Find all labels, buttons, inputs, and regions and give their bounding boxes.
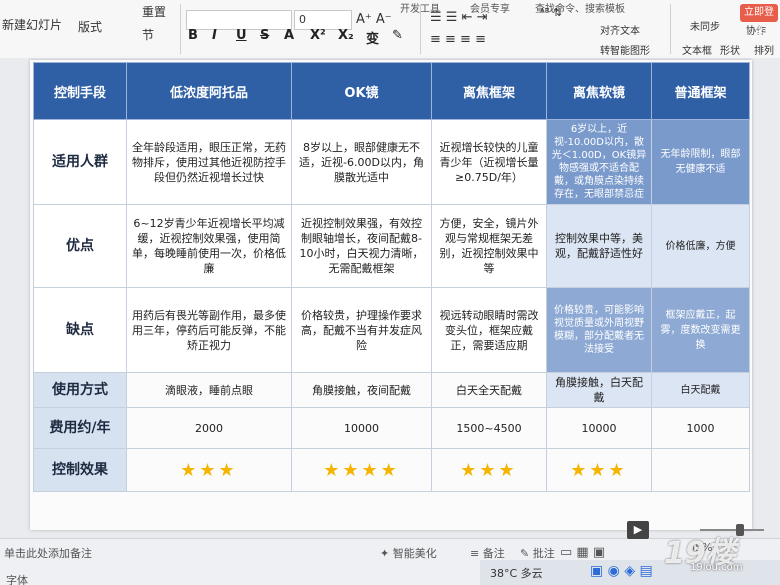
table-cell: 控制效果中等，美观，配戴舒适性好 xyxy=(546,204,652,288)
table-row: 适用人群 全年龄段适用，眼压正常，无药物排斥，使用过其他近视防控手段但仍然近视增… xyxy=(33,119,750,205)
font-hint: 字体 xyxy=(6,574,28,585)
table-cell: 角膜接触，白天配戴 xyxy=(546,372,652,408)
section-button[interactable]: 节 xyxy=(142,26,154,43)
table-cell: 8岁以上，眼部健康无不适，近视-6.00D以内，角膜散光适中 xyxy=(291,119,432,205)
effect-rating: ★★★★ xyxy=(291,448,432,492)
beautify-button[interactable]: ✦ 智能美化 xyxy=(380,545,437,561)
zoom-slider-handle[interactable] xyxy=(736,524,744,536)
table-cell: 1000 xyxy=(651,407,750,449)
effect-rating xyxy=(651,448,750,492)
beautify-label: 智能美化 xyxy=(392,547,437,560)
login-button[interactable]: 立即登录 xyxy=(740,4,778,36)
char-shading-icon[interactable]: 变 xyxy=(366,28,379,47)
header-cell: 离焦软镜 xyxy=(546,62,652,120)
table-cell: 1500~4500 xyxy=(431,407,547,449)
textbox-button[interactable]: 文本框 xyxy=(682,42,712,57)
table-cell: 近视增长较快的儿童青少年（近视增长量≥0.75D/年） xyxy=(431,119,547,205)
shape-button[interactable]: 形状 xyxy=(720,42,740,57)
notes-placeholder[interactable]: 单击此处添加备注 xyxy=(4,545,92,561)
table-cell: 方便，安全，镜片外观与常规框架无差别，近视控制效果中等 xyxy=(431,204,547,288)
font-size-box[interactable]: 0 xyxy=(294,10,352,30)
comments-label: 批注 xyxy=(532,547,555,560)
header-cell: 离焦框架 xyxy=(431,62,547,120)
arrange-button[interactable]: 排列 xyxy=(754,42,774,57)
grow-font-icon[interactable]: A⁺ A⁻ xyxy=(356,12,392,27)
align-text-button[interactable]: 对齐文本 xyxy=(600,22,640,37)
slide-canvas: 控制手段 低浓度阿托品 OK镜 离焦框架 离焦软镜 普通框架 适用人群 全年龄段… xyxy=(0,58,780,538)
row-label: 控制效果 xyxy=(33,448,127,492)
table-cell: 无年龄限制，眼部无健康不适 xyxy=(651,119,750,205)
table-cell: 视远转动眼睛时需改变头位，框架应戴正，需要适应期 xyxy=(431,287,547,373)
header-cell: OK镜 xyxy=(291,62,432,120)
effect-rating: ★★★ xyxy=(126,448,292,492)
table-cell: 10000 xyxy=(291,407,432,449)
taskbar-app-icons[interactable]: ▣ ◉ ◈ ▤ xyxy=(590,563,653,579)
row-label: 使用方式 xyxy=(33,372,127,408)
comments-button[interactable]: ✎ 批注 xyxy=(520,545,555,561)
row-label: 费用约/年 xyxy=(33,407,127,449)
header-cell: 普通框架 xyxy=(651,62,750,120)
smart-graphic-button[interactable]: 转智能图形 xyxy=(600,42,650,57)
table-row: 优点 6~12岁青少年近视增长平均减缓，近视控制效果强，使用简单，每晚睡前使用一… xyxy=(33,204,750,288)
table-row: 费用约/年 2000 10000 1500~4500 10000 1000 xyxy=(33,407,750,449)
notes-button[interactable]: ≡ 备注 xyxy=(470,545,505,561)
table-cell: 白天全天配戴 xyxy=(431,372,547,408)
slide[interactable]: 控制手段 低浓度阿托品 OK镜 离焦框架 离焦软镜 普通框架 适用人群 全年龄段… xyxy=(30,60,752,530)
screen: 开发工具 会员专享 查找命令、搜索模板 新建幻灯片 版式 重置 节 0 A⁺ A… xyxy=(0,0,780,585)
table-cell: 价格较贵，护理操作要求高，配戴不当有并发症风险 xyxy=(291,287,432,373)
table-cell: 6~12岁青少年近视增长平均减缓，近视控制效果强，使用简单，每晚睡前使用一次，价… xyxy=(126,204,292,288)
table-row: 使用方式 滴眼液，睡前点眼 角膜接触，夜间配戴 白天全天配戴 角膜接触，白天配戴… xyxy=(33,372,750,408)
comparison-table: 控制手段 低浓度阿托品 OK镜 离焦框架 离焦软镜 普通框架 适用人群 全年龄段… xyxy=(33,62,750,492)
effect-rating: ★★★ xyxy=(546,448,652,492)
table-cell: 6岁以上，近视-10.00D以内，散光＜1.00D，OK镜异物感强或不适合配戴，… xyxy=(546,119,652,205)
table-cell: 2000 xyxy=(126,407,292,449)
row-label: 优点 xyxy=(33,204,127,288)
view-mode-icons[interactable]: ▭ ▦ ▣ xyxy=(560,545,605,560)
header-row: 控制手段 低浓度阿托品 OK镜 离焦框架 离焦软镜 普通框架 xyxy=(33,62,750,120)
list-icon[interactable]: ☰ ☰ ⇤ ⇥ xyxy=(430,10,488,25)
table-cell: 全年龄段适用，眼压正常，无药物排斥，使用过其他近视防控手段但仍然近视增长过快 xyxy=(126,119,292,205)
row-label: 适用人群 xyxy=(33,119,127,205)
notes-label: 备注 xyxy=(482,547,505,560)
highlight-icon[interactable]: ✎ xyxy=(392,28,403,43)
table-cell: 白天配戴 xyxy=(651,372,750,408)
header-cell: 低浓度阿托品 xyxy=(126,62,292,120)
new-slide-button[interactable]: 新建幻灯片 xyxy=(2,16,62,33)
table-cell: 用药后有畏光等副作用，最多使用三年，停药后可能反弹，不能矫正视力 xyxy=(126,287,292,373)
table-cell: 滴眼液，睡前点眼 xyxy=(126,372,292,408)
sync-status[interactable]: 未同步 xyxy=(690,18,720,33)
table-row: 缺点 用药后有畏光等副作用，最多使用三年，停药后可能反弹，不能矫正视力 价格较贵… xyxy=(33,287,750,373)
table-cell: 价格低廉，方便 xyxy=(651,204,750,288)
align-icon[interactable]: ≡ ≡ ≡ ≡ xyxy=(430,32,486,47)
layout-button[interactable]: 版式 xyxy=(78,18,102,35)
strike-button[interactable]: S xyxy=(260,28,269,43)
table-cell: 价格较贵，可能影响视觉质量或外周视野模糊，部分配戴者无法接受 xyxy=(546,287,652,373)
italic-button[interactable]: I xyxy=(212,28,217,43)
underline-button[interactable]: U xyxy=(236,28,247,43)
bold-button[interactable]: B xyxy=(188,28,198,43)
weather-widget[interactable]: 38°C 多云 xyxy=(490,565,543,581)
play-slideshow-button[interactable]: ▶ xyxy=(627,521,649,539)
table-row: 控制效果 ★★★ ★★★★ ★★★ ★★★ xyxy=(33,448,750,492)
table-cell: 10000 xyxy=(546,407,652,449)
header-cell: 控制手段 xyxy=(33,62,127,120)
subscript-button[interactable]: X₂ xyxy=(338,28,354,43)
table-cell: 框架应戴正，起雾，度数改变需更换 xyxy=(651,287,750,373)
effect-rating: ★★★ xyxy=(431,448,547,492)
ribbon-toolbar: 开发工具 会员专享 查找命令、搜索模板 新建幻灯片 版式 重置 节 0 A⁺ A… xyxy=(0,0,780,59)
row-label: 缺点 xyxy=(33,287,127,373)
reset-button[interactable]: 重置 xyxy=(142,3,166,20)
text-direction-icon[interactable]: ᴬᴮ ⇅ xyxy=(540,6,562,19)
table-cell: 近视控制效果强，有效控制眼轴增长，夜间配戴8-10小时，白天视力清晰，无需配戴框… xyxy=(291,204,432,288)
font-color-button[interactable]: A xyxy=(284,28,294,43)
table-cell: 角膜接触，夜间配戴 xyxy=(291,372,432,408)
font-name-box[interactable] xyxy=(186,10,292,30)
site-watermark-url: 19lou.com xyxy=(690,562,743,573)
superscript-button[interactable]: X² xyxy=(310,28,326,43)
